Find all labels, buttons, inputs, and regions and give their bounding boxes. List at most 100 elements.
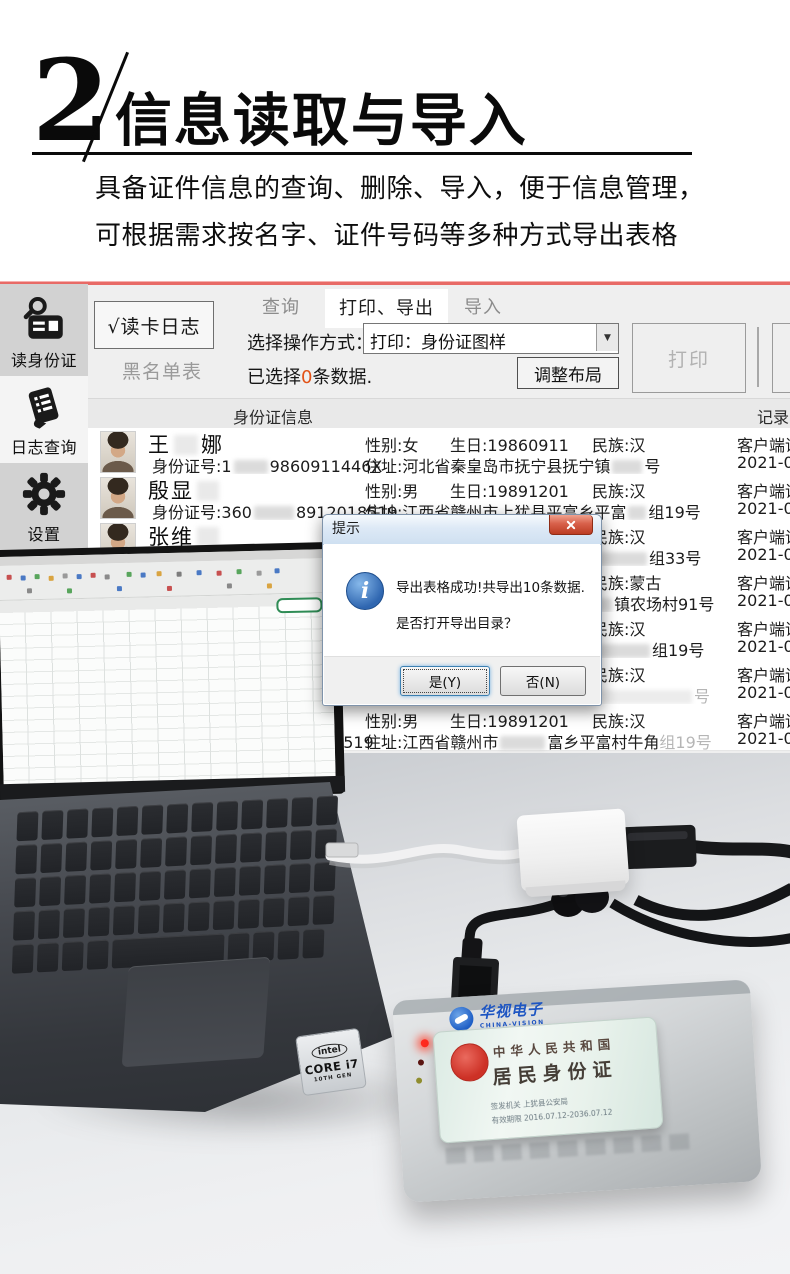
sidebar-item-label: 设置	[0, 521, 88, 545]
usb-plug-neck	[461, 937, 483, 964]
laptop-key	[238, 899, 260, 929]
no-button[interactable]: 否(N)	[500, 666, 586, 696]
section-subtitle: 具备证件信息的查询、删除、导入，便于信息管理， 可根据需求按名字、证件号码等多种…	[95, 166, 705, 260]
section-title-text: 信息读取与导入	[115, 92, 528, 152]
dropdown-arrow-icon[interactable]: ▼	[596, 324, 618, 351]
page: 2 信息读取与导入 具备证件信息的查询、删除、导入，便于信息管理， 可根据需求按…	[0, 0, 790, 1274]
photo-background	[0, 753, 790, 1274]
dialog-message-1: 导出表格成功!共导出10条数据.	[396, 576, 585, 596]
laptop-key	[37, 942, 59, 972]
laptop-key	[16, 811, 38, 841]
laptop-key	[116, 806, 138, 836]
laptop-key	[138, 904, 160, 934]
laptop-key	[41, 810, 63, 840]
sidebar-item-settings[interactable]: 设置	[0, 463, 88, 550]
usb-cable-loop	[636, 888, 790, 915]
subtitle-line-2: 可根据需求按名字、证件号码等多种方式导出表格	[95, 213, 705, 260]
date-field: 2021-0	[737, 637, 790, 656]
selected-suffix: 条数据.	[312, 367, 372, 388]
section-title: 2 信息读取与导入	[32, 40, 692, 155]
laptop-key	[141, 805, 163, 835]
laptop-hinge	[0, 776, 345, 800]
ferrite-bead	[575, 881, 609, 913]
laptop-key	[289, 863, 311, 893]
date-field: 2021-0	[737, 453, 790, 472]
reader-brand: 华视电子 CHINA-VISION	[449, 1002, 545, 1032]
tab-import[interactable]: 导入	[464, 293, 502, 319]
id-card-country: 中华人民共和国	[492, 1033, 616, 1061]
operation-mode-label: 选择操作方式：	[247, 329, 373, 355]
laptop-key	[263, 897, 285, 927]
read-card-log-button[interactable]: √读卡日志	[94, 301, 214, 349]
blacklist-table-button[interactable]: 黑名单表	[122, 357, 202, 384]
laptop-key	[164, 869, 186, 899]
laptop-key	[89, 873, 111, 903]
laptop-key	[88, 907, 110, 937]
sidebar-item-read-id[interactable]: 读身份证	[0, 289, 88, 376]
table-row[interactable]: 性别:男 生日:19891201 民族:汉 身份证号:3608912018519…	[88, 704, 790, 751]
section-number: 2	[32, 53, 110, 152]
laptop-key	[112, 934, 225, 969]
intel-sticker: intel CORE i7 10TH GEN	[295, 1028, 367, 1096]
laptop-key	[291, 797, 313, 827]
date-field: 2021-0	[737, 683, 790, 702]
addr-prefix: 住址:江西省赣州市	[365, 733, 498, 752]
addr-mask	[612, 460, 642, 474]
name-blur	[197, 527, 219, 547]
laptop-key	[239, 866, 261, 896]
table-header-record: 记录	[757, 404, 789, 428]
id-card-issue: 签发机关 上犹县公安局	[490, 1096, 568, 1112]
laptop-key	[163, 903, 185, 933]
dialog-message-2: 是否打开导出目录？	[396, 612, 518, 632]
log-document-icon	[19, 382, 69, 432]
toolbar-divider	[757, 327, 759, 387]
close-icon[interactable]	[549, 515, 593, 535]
operation-mode-select[interactable]: 打印：身份证图样 ▼	[363, 323, 619, 354]
laptop-key	[215, 834, 237, 864]
addr-tail: 组19号	[659, 733, 711, 752]
laptop-key	[264, 864, 286, 894]
laptop-key	[63, 908, 85, 938]
dialog-footer: 是(Y) 否(N)	[324, 656, 600, 704]
laptop-key	[288, 896, 310, 926]
id-card-title: 居民身份证	[492, 1054, 619, 1090]
laptop-key	[191, 802, 213, 832]
portrait-photo	[100, 661, 136, 703]
id-card: 中华人民共和国 居民身份证 签发机关 上犹县公安局 有效期限 2016.07.1…	[432, 1016, 663, 1143]
laptop-key	[65, 842, 87, 872]
addr-mid: 富乡平富村牛角	[547, 733, 659, 752]
laptop-key	[115, 839, 137, 869]
portrait-photo	[100, 431, 136, 473]
gear-icon	[19, 469, 69, 519]
laptop-key	[314, 862, 336, 892]
laptop-key	[216, 801, 238, 831]
id-number-field: 身份证号:3608912018519	[152, 729, 374, 753]
adjust-layout-button[interactable]: 调整布局	[517, 357, 619, 389]
laptop-key	[113, 905, 135, 935]
address-field: 住址:江西省赣州市 富乡平富村牛角组19号	[365, 729, 712, 753]
usb-plug-highlight	[627, 831, 687, 841]
addr-mask	[500, 736, 545, 750]
date-field: 2021-0	[737, 545, 790, 564]
print-button[interactable]: 打印	[632, 323, 746, 393]
reader-brand-cn: 华视电子	[479, 1002, 545, 1021]
laptop-key	[64, 875, 86, 905]
table-header: 身份证信息 记录	[88, 398, 790, 430]
reader-led-dark	[418, 1059, 424, 1065]
laptop-key	[316, 795, 338, 825]
laptop-key	[140, 838, 162, 868]
dialog-body: i 导出表格成功!共导出10条数据. 是否打开导出目录？	[324, 544, 600, 657]
tab-query[interactable]: 查询	[262, 293, 300, 319]
usb-plug	[621, 825, 696, 870]
subtitle-line-1: 具备证件信息的查询、删除、导入，便于信息管理，	[95, 166, 705, 213]
export-button-partial[interactable]	[772, 323, 790, 393]
laptop-key	[265, 831, 287, 861]
laptop-key	[189, 868, 211, 898]
table-row[interactable]: 王娜 性别:女 生日:19860911 民族:汉 身份证号:1986091144…	[88, 428, 790, 475]
sidebar-item-log-query[interactable]: 日志查询	[0, 376, 88, 463]
info-icon: i	[346, 572, 384, 610]
laptop-key	[39, 876, 61, 906]
window-top-accent	[0, 281, 790, 285]
laptop-key	[315, 829, 337, 859]
yes-button[interactable]: 是(Y)	[400, 666, 490, 696]
